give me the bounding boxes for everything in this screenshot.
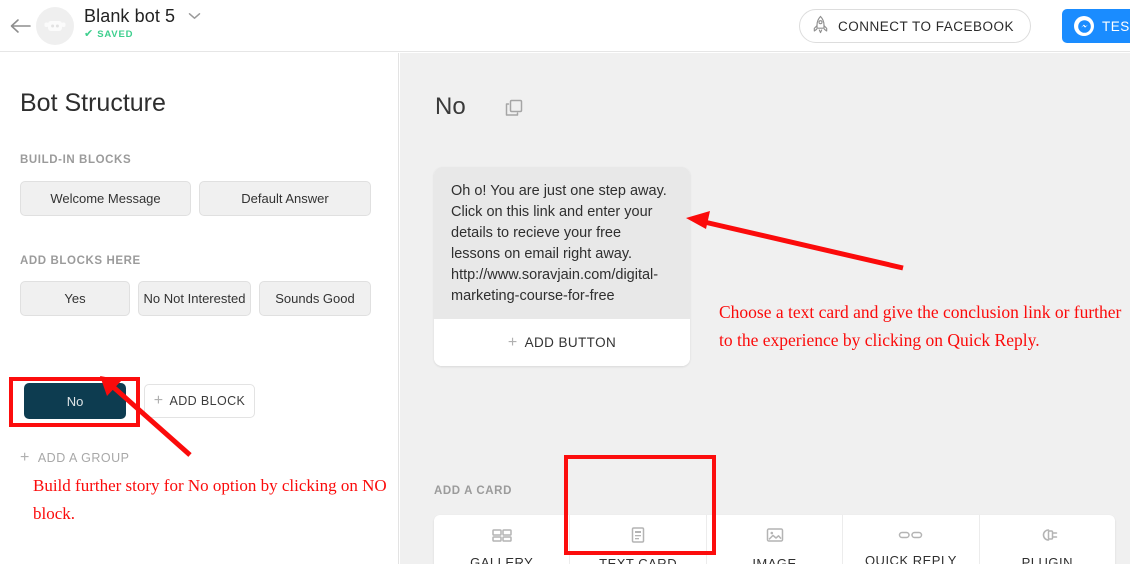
block-no-not-interested[interactable]: No Not Interested	[138, 281, 251, 316]
chevron-down-icon[interactable]	[188, 7, 201, 25]
test-label: TEST	[1102, 18, 1130, 34]
page-title: Bot Structure	[20, 89, 166, 117]
back-arrow-icon[interactable]	[6, 13, 34, 39]
card-type-text-card[interactable]: TEXT CARD	[570, 515, 707, 564]
block-default-answer[interactable]: Default Answer	[199, 181, 371, 216]
annotation-right-text: Choose a text card and give the conclusi…	[719, 302, 1122, 350]
connect-to-facebook-button[interactable]: CONNECT TO FACEBOOK	[798, 9, 1031, 43]
card-type-label: QUICK REPLY	[864, 553, 957, 564]
block-yes[interactable]: Yes	[20, 281, 130, 316]
gallery-icon	[491, 527, 513, 548]
card-type-label: IMAGE	[752, 555, 797, 564]
test-button[interactable]: TEST	[1062, 9, 1130, 43]
add-button-button[interactable]: + ADD BUTTON	[434, 319, 690, 366]
add-blocks-here-label: ADD BLOCKS HERE	[20, 255, 141, 267]
text-card-icon	[629, 526, 647, 549]
rocket-icon	[812, 15, 829, 37]
quick-reply-icon	[898, 528, 924, 546]
connect-to-facebook-label: CONNECT TO FACEBOOK	[837, 18, 1014, 34]
add-a-group-button[interactable]: + ADD A GROUP	[20, 449, 130, 466]
block-welcome-message[interactable]: Welcome Message	[20, 181, 191, 216]
bot-avatar-icon	[36, 7, 74, 45]
check-icon: ✔	[84, 28, 94, 40]
plugin-icon	[1036, 527, 1058, 548]
text-card-body[interactable]: Oh o! You are just one step away. Click …	[434, 167, 690, 319]
block-label: Yes	[64, 291, 86, 306]
saved-label: SAVED	[97, 29, 134, 40]
bot-name: Blank bot 5	[84, 6, 176, 26]
card-type-plugin[interactable]: PLUGIN	[980, 515, 1115, 564]
card-type-label: TEXT CARD	[599, 555, 678, 564]
messenger-icon	[1074, 16, 1094, 36]
card-type-label: PLUGIN	[1021, 554, 1074, 564]
block-label: Welcome Message	[50, 191, 161, 206]
card-type-image[interactable]: IMAGE	[707, 515, 844, 564]
add-card-toolbar: GALLERY TEXT CARD IMAGE QUICK REPLY PLUG…	[434, 515, 1115, 564]
block-label: No Not Interested	[143, 291, 246, 306]
bot-title-group: Blank bot 5 ✔ SAVED	[84, 6, 201, 40]
plus-icon: +	[153, 392, 164, 409]
plus-icon: +	[507, 333, 518, 351]
add-a-card-label: ADD A CARD	[434, 485, 512, 497]
block-label: Sounds Good	[275, 291, 355, 306]
plus-icon: +	[20, 449, 30, 466]
image-icon	[765, 526, 785, 549]
text-card: Oh o! You are just one step away. Click …	[434, 167, 690, 366]
block-label: No	[66, 393, 84, 409]
card-type-gallery[interactable]: GALLERY	[434, 515, 571, 564]
block-sounds-good[interactable]: Sounds Good	[259, 281, 371, 316]
saved-status: ✔ SAVED	[84, 28, 201, 41]
annotation-left-text: Build further story for No option by cli…	[33, 476, 387, 523]
duplicate-icon[interactable]	[504, 98, 524, 123]
add-a-group-label: ADD A GROUP	[37, 451, 130, 465]
block-title: No	[435, 93, 466, 120]
add-block-button[interactable]: + ADD BLOCK	[144, 384, 255, 418]
card-type-quick-reply[interactable]: QUICK REPLY	[843, 515, 980, 564]
block-label: Default Answer	[241, 191, 329, 206]
top-bar: Blank bot 5 ✔ SAVED CONNECT TO FACEBOOK	[0, 0, 1130, 52]
add-block-label: ADD BLOCK	[169, 394, 246, 408]
block-no-selected[interactable]: No	[24, 383, 126, 419]
add-button-label: ADD BUTTON	[524, 335, 617, 350]
builtin-blocks-label: BUILD-IN BLOCKS	[20, 154, 132, 166]
card-type-label: GALLERY	[470, 554, 534, 564]
app-root: Blank bot 5 ✔ SAVED CONNECT TO FACEBOOK	[0, 0, 1130, 564]
